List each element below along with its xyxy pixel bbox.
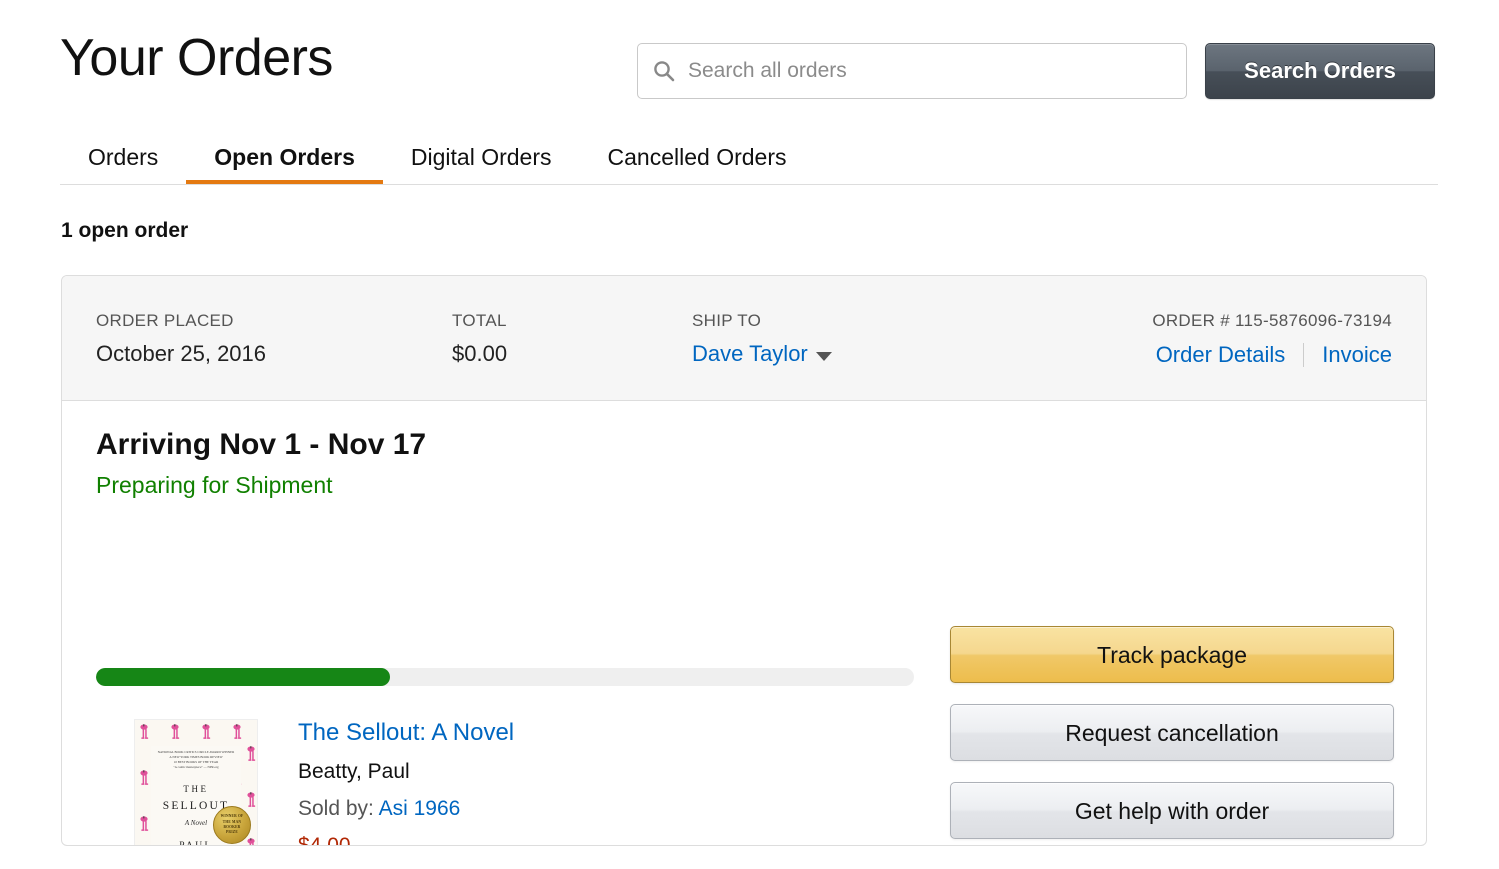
invoice-link[interactable]: Invoice [1322, 344, 1392, 366]
order-details-link[interactable]: Order Details [1156, 344, 1286, 366]
page-header: Your Orders Search Orders [60, 29, 1435, 114]
order-total-label: TOTAL [452, 311, 507, 330]
chevron-down-icon [815, 351, 832, 361]
order-total-group: TOTAL $0.00 [452, 312, 507, 365]
shipment-status: Preparing for Shipment [96, 472, 333, 498]
tab-orders[interactable]: Orders [60, 131, 186, 184]
ship-to-value-wrap: Dave Taylor [692, 343, 832, 365]
order-placed-group: ORDER PLACED October 25, 2016 [96, 312, 266, 365]
product-row: NATIONAL BOOK CRITICS CIRCLE AWARD WINNE… [134, 719, 514, 846]
tab-digital-orders-label: Digital Orders [410, 144, 552, 170]
product-title-link[interactable]: The Sellout: A Novel [298, 721, 514, 745]
open-order-count: 1 open order [61, 219, 189, 242]
order-number-group: ORDER # 115-5876096-73194 Order Details … [1152, 312, 1392, 367]
search-box[interactable] [637, 43, 1187, 99]
product-sold-by: Sold by: Asi 1966 [298, 798, 514, 819]
order-total-value: $0.00 [452, 341, 508, 366]
ship-to-group: SHIP TO Dave Taylor [692, 312, 832, 365]
tab-cancelled-orders[interactable]: Cancelled Orders [580, 131, 815, 184]
order-card-header: ORDER PLACED October 25, 2016 TOTAL $0.0… [62, 276, 1426, 401]
order-header-links: Order Details Invoice [1152, 343, 1392, 367]
orders-tabs: Orders Open Orders Digital Orders Cancel… [60, 131, 1438, 185]
search-icon [652, 59, 676, 83]
product-info: The Sellout: A Novel Beatty, Paul Sold b… [298, 719, 514, 846]
search-input[interactable] [686, 58, 1172, 84]
product-author: Beatty, Paul [298, 760, 410, 783]
tab-orders-label: Orders [88, 144, 159, 170]
tab-open-orders[interactable]: Open Orders [186, 131, 383, 184]
booker-prize-seal-icon: WINNER OF THE MAN BOOKER PRIZE [213, 806, 251, 844]
order-placed-label: ORDER PLACED [96, 311, 234, 330]
link-divider [1303, 343, 1305, 367]
order-card: ORDER PLACED October 25, 2016 TOTAL $0.0… [61, 275, 1427, 846]
search-orders-button[interactable]: Search Orders [1205, 43, 1435, 99]
sold-by-label: Sold by: [298, 797, 374, 820]
orders-page: Your Orders Search Orders Orders Open Or… [0, 0, 1499, 869]
order-placed-value: October 25, 2016 [96, 341, 267, 366]
ship-to-dropdown[interactable]: Dave Taylor [692, 343, 832, 365]
tab-digital-orders[interactable]: Digital Orders [383, 131, 580, 184]
product-cover-image[interactable]: NATIONAL BOOK CRITICS CIRCLE AWARD WINNE… [134, 719, 258, 845]
product-price: $4.00 [298, 834, 351, 846]
get-help-with-order-button[interactable]: Get help with order [950, 782, 1394, 839]
tab-cancelled-orders-label: Cancelled Orders [607, 144, 787, 170]
shipment-progress-bar [96, 668, 914, 686]
ship-to-name[interactable]: Dave Taylor [692, 343, 808, 365]
request-cancellation-button[interactable]: Request cancellation [950, 704, 1394, 761]
cover-blurb: NATIONAL BOOK CRITICS CIRCLE AWARD WINNE… [157, 750, 235, 769]
order-actions: Track package Request cancellation Get h… [950, 626, 1394, 845]
seller-link[interactable]: Asi 1966 [379, 797, 461, 820]
tab-open-orders-label: Open Orders [214, 144, 355, 170]
order-number-label: ORDER # 115-5876096-73194 [1152, 311, 1392, 330]
page-title: Your Orders [60, 29, 333, 87]
track-package-button[interactable]: Track package [950, 626, 1394, 683]
arriving-heading: Arriving Nov 1 - Nov 17 [96, 428, 427, 461]
cover-the: THE [183, 784, 209, 794]
shipment-progress-fill [96, 668, 391, 686]
ship-to-label: SHIP TO [692, 311, 762, 330]
order-card-body: Arriving Nov 1 - Nov 17 Preparing for Sh… [62, 401, 1426, 845]
